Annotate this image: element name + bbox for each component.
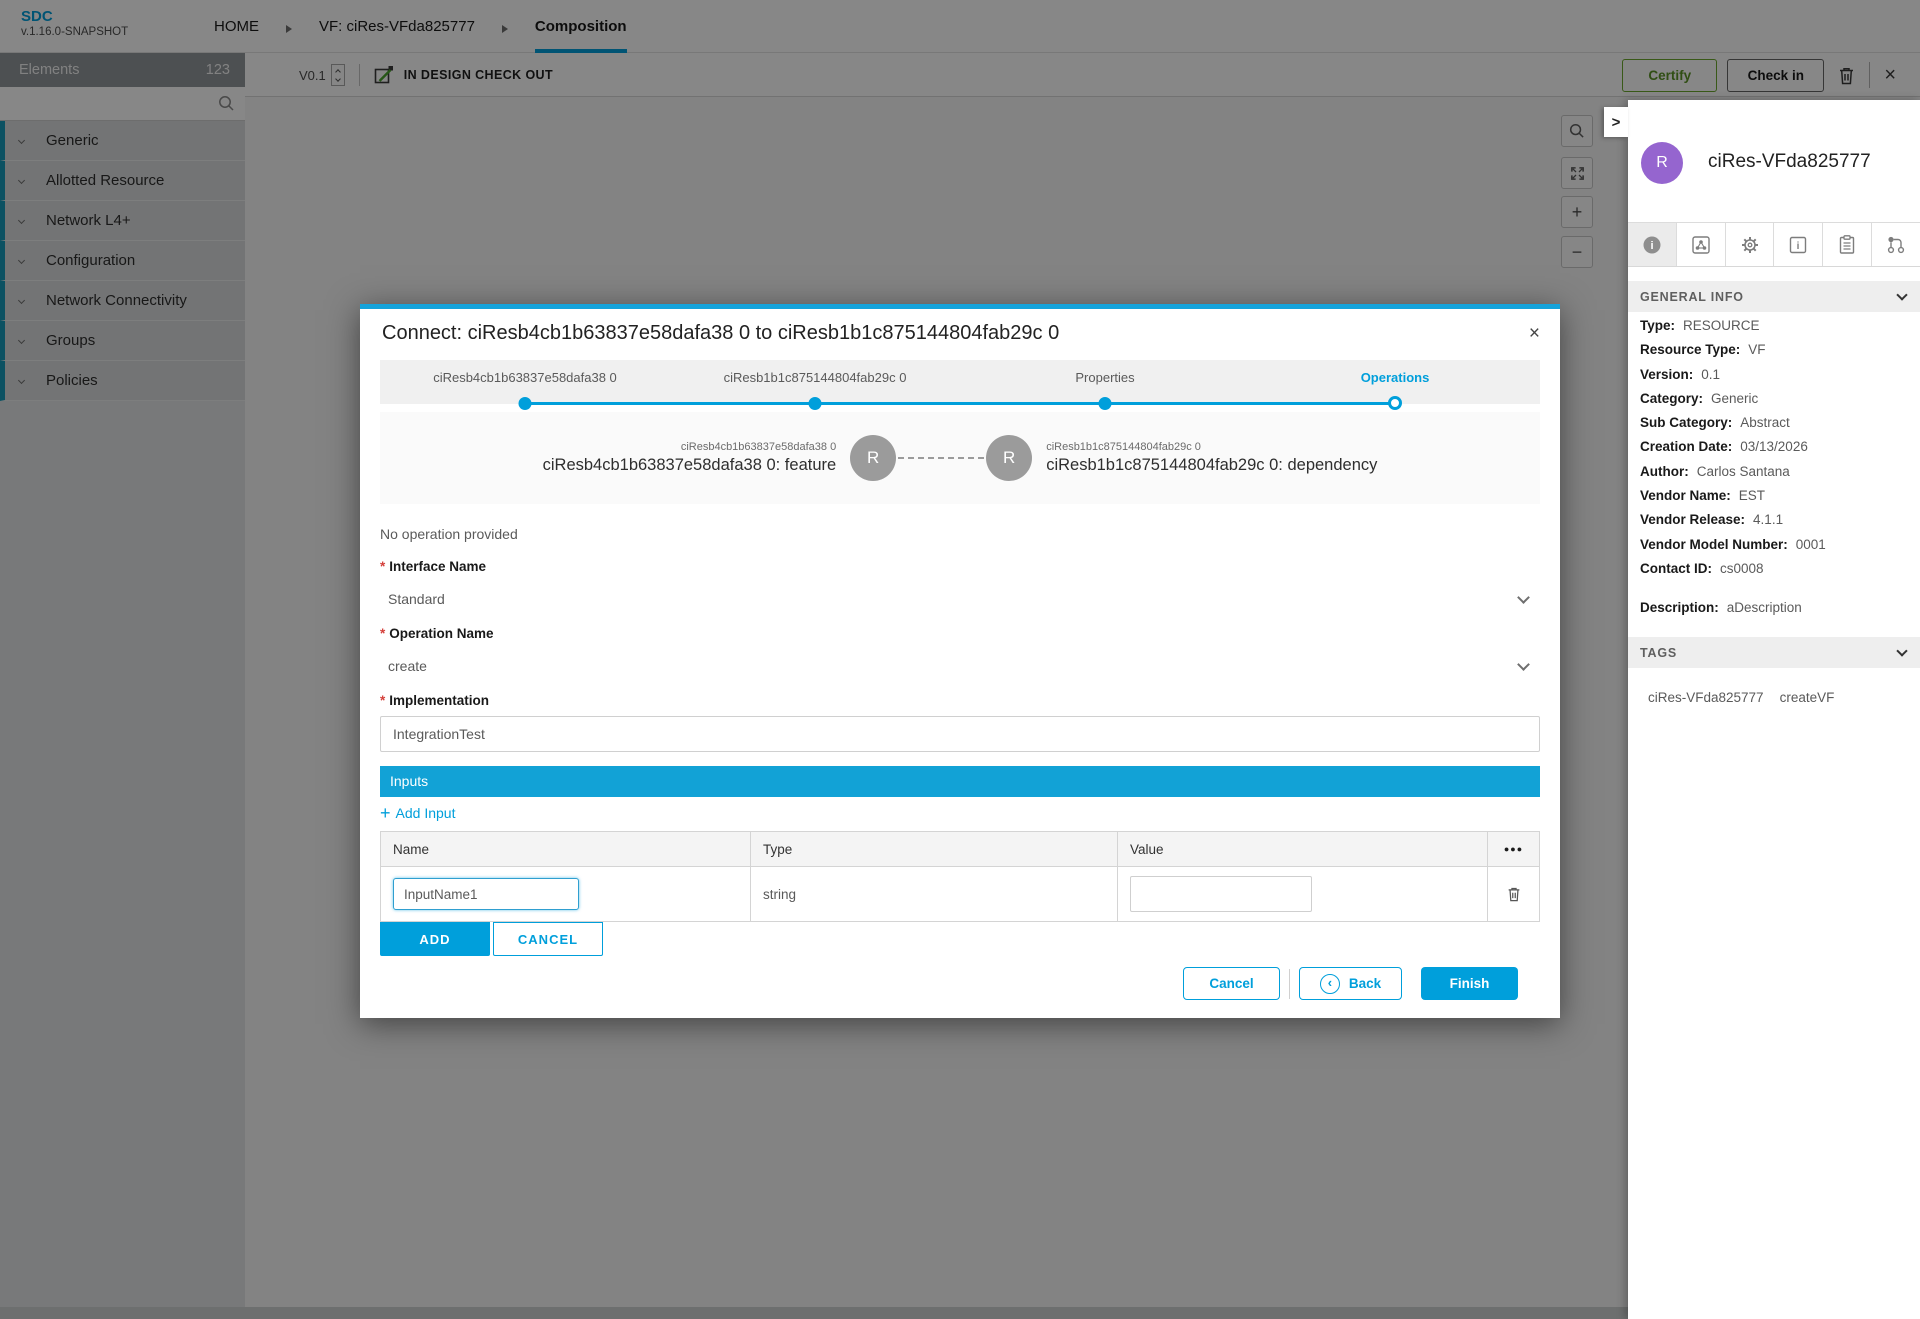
chevron-down-icon (1896, 645, 1907, 656)
step-dot[interactable] (809, 397, 822, 410)
back-arrow-icon: ‹ (1320, 974, 1340, 994)
info-field: Type:RESOURCE (1640, 314, 1826, 338)
input-type-value: string (751, 867, 1118, 921)
footer-divider (1289, 969, 1290, 999)
column-menu-dots: ●●● (1488, 832, 1539, 866)
relations-graph-icon (1885, 234, 1907, 256)
avatar: R (1641, 142, 1683, 184)
source-node-icon: R (850, 435, 896, 481)
source-node-label: ciResb4cb1b63837e58dafa38 0: feature (543, 456, 837, 475)
info-field: Vendor Model Number:0001 (1640, 533, 1826, 557)
target-node-id: ciResb1b1c875144804fab29c 0 (1046, 441, 1377, 453)
column-type: Type (751, 832, 1118, 866)
info-field: Author:Carlos Santana (1640, 460, 1826, 484)
column-name: Name (381, 832, 751, 866)
tag: ciRes-VFda825777 (1648, 690, 1764, 705)
modal-title: Connect: ciResb4cb1b63837e58dafa38 0 to … (382, 322, 1538, 345)
cancel-row-button[interactable]: CANCEL (493, 922, 603, 956)
wizard-progress-line (525, 402, 1395, 405)
info-field: Resource Type:VF (1640, 338, 1826, 362)
source-node-id: ciResb4cb1b63837e58dafa38 0 (543, 441, 837, 453)
tags-list: ciRes-VFda825777 createVF (1648, 690, 1834, 705)
info-field: Sub Category:Abstract (1640, 411, 1826, 435)
info-field: Creation Date:03/13/2026 (1640, 435, 1826, 459)
tag: createVF (1780, 690, 1835, 705)
implementation-input[interactable] (380, 716, 1540, 752)
input-value-field[interactable] (1130, 876, 1312, 912)
wizard-steps: ciResb4cb1b63837e58dafa38 0 ciResb1b1c87… (380, 360, 1540, 404)
composition-icon (1690, 234, 1712, 256)
inputs-table: Name Type Value ●●● string (380, 831, 1540, 922)
modal-close-button[interactable]: × (1529, 323, 1540, 345)
modal-footer: Cancel ‹ Back Finish (1183, 967, 1518, 1000)
svg-text:i: i (1650, 240, 1653, 252)
implementation-label: *Implementation (380, 693, 1540, 708)
info-square-icon: i (1787, 234, 1809, 256)
screen: SDC v.1.16.0-SNAPSHOT HOME VF: ciRes-VFd… (0, 0, 1920, 1319)
step-dot[interactable] (519, 397, 532, 410)
info-circle-icon: i (1641, 234, 1663, 256)
inputs-section-header: Inputs (380, 766, 1540, 797)
step-dot-current[interactable] (1388, 396, 1402, 410)
general-info-section-header[interactable]: GENERAL INFO (1628, 281, 1920, 312)
finish-button[interactable]: Finish (1421, 967, 1518, 1000)
add-button[interactable]: ADD (380, 922, 490, 956)
description-field: Description:aDescription (1640, 600, 1802, 615)
panel-tabs: i (1628, 222, 1920, 267)
connect-wizard-modal: Connect: ciResb4cb1b63837e58dafa38 0 to … (360, 304, 1560, 1018)
interface-name-label: *Interface Name (380, 559, 1540, 574)
no-operation-text: No operation provided (380, 526, 1540, 542)
cancel-button[interactable]: Cancel (1183, 967, 1280, 1000)
input-name-field[interactable] (393, 878, 579, 910)
resource-title: ciRes-VFda825777 (1708, 151, 1871, 173)
info-field: Version:0.1 (1640, 363, 1826, 387)
inputs-table-row: string (381, 867, 1539, 921)
chevron-down-icon (1517, 591, 1530, 604)
interface-name-select[interactable]: Standard (380, 589, 1540, 609)
inputs-table-header: Name Type Value ●●● (381, 832, 1539, 867)
tab-information[interactable]: i (1628, 223, 1677, 266)
dashed-connector (898, 457, 984, 459)
add-input-link[interactable]: + Add Input (380, 805, 455, 821)
tab-composition[interactable] (1677, 223, 1726, 266)
trash-icon (1507, 886, 1521, 902)
tab-requirements[interactable] (1823, 223, 1872, 266)
info-field: Vendor Release:4.1.1 (1640, 508, 1826, 532)
general-info-fields: Type:RESOURCE Resource Type:VF Version:0… (1640, 314, 1826, 581)
info-field: Category:Generic (1640, 387, 1826, 411)
delete-input-row-button[interactable] (1503, 882, 1525, 906)
gear-icon (1739, 234, 1761, 256)
connection-diagram: ciResb4cb1b63837e58dafa38 0 ciResb4cb1b6… (380, 412, 1540, 504)
info-field: Contact ID:cs0008 (1640, 557, 1826, 581)
info-field: Vendor Name:EST (1640, 484, 1826, 508)
plus-icon: + (380, 806, 391, 820)
back-button[interactable]: ‹ Back (1299, 967, 1402, 1000)
tab-details[interactable]: i (1774, 223, 1823, 266)
step-dot[interactable] (1099, 397, 1112, 410)
resource-info-panel: > R ciRes-VFda825777 i (1628, 100, 1920, 1319)
chevron-down-icon (1517, 658, 1530, 671)
tab-relations[interactable] (1872, 223, 1920, 266)
panel-collapse-button[interactable]: > (1604, 107, 1628, 137)
clipboard-icon (1836, 234, 1858, 256)
column-value: Value (1118, 832, 1488, 866)
target-node-label: ciResb1b1c875144804fab29c 0: dependency (1046, 456, 1377, 475)
target-node-icon: R (986, 435, 1032, 481)
operation-name-select[interactable]: create (380, 656, 1540, 676)
chevron-down-icon (1896, 289, 1907, 300)
tags-section-header[interactable]: TAGS (1628, 637, 1920, 668)
svg-text:i: i (1797, 241, 1800, 252)
tab-settings[interactable] (1726, 223, 1775, 266)
operation-name-label: *Operation Name (380, 626, 1540, 641)
